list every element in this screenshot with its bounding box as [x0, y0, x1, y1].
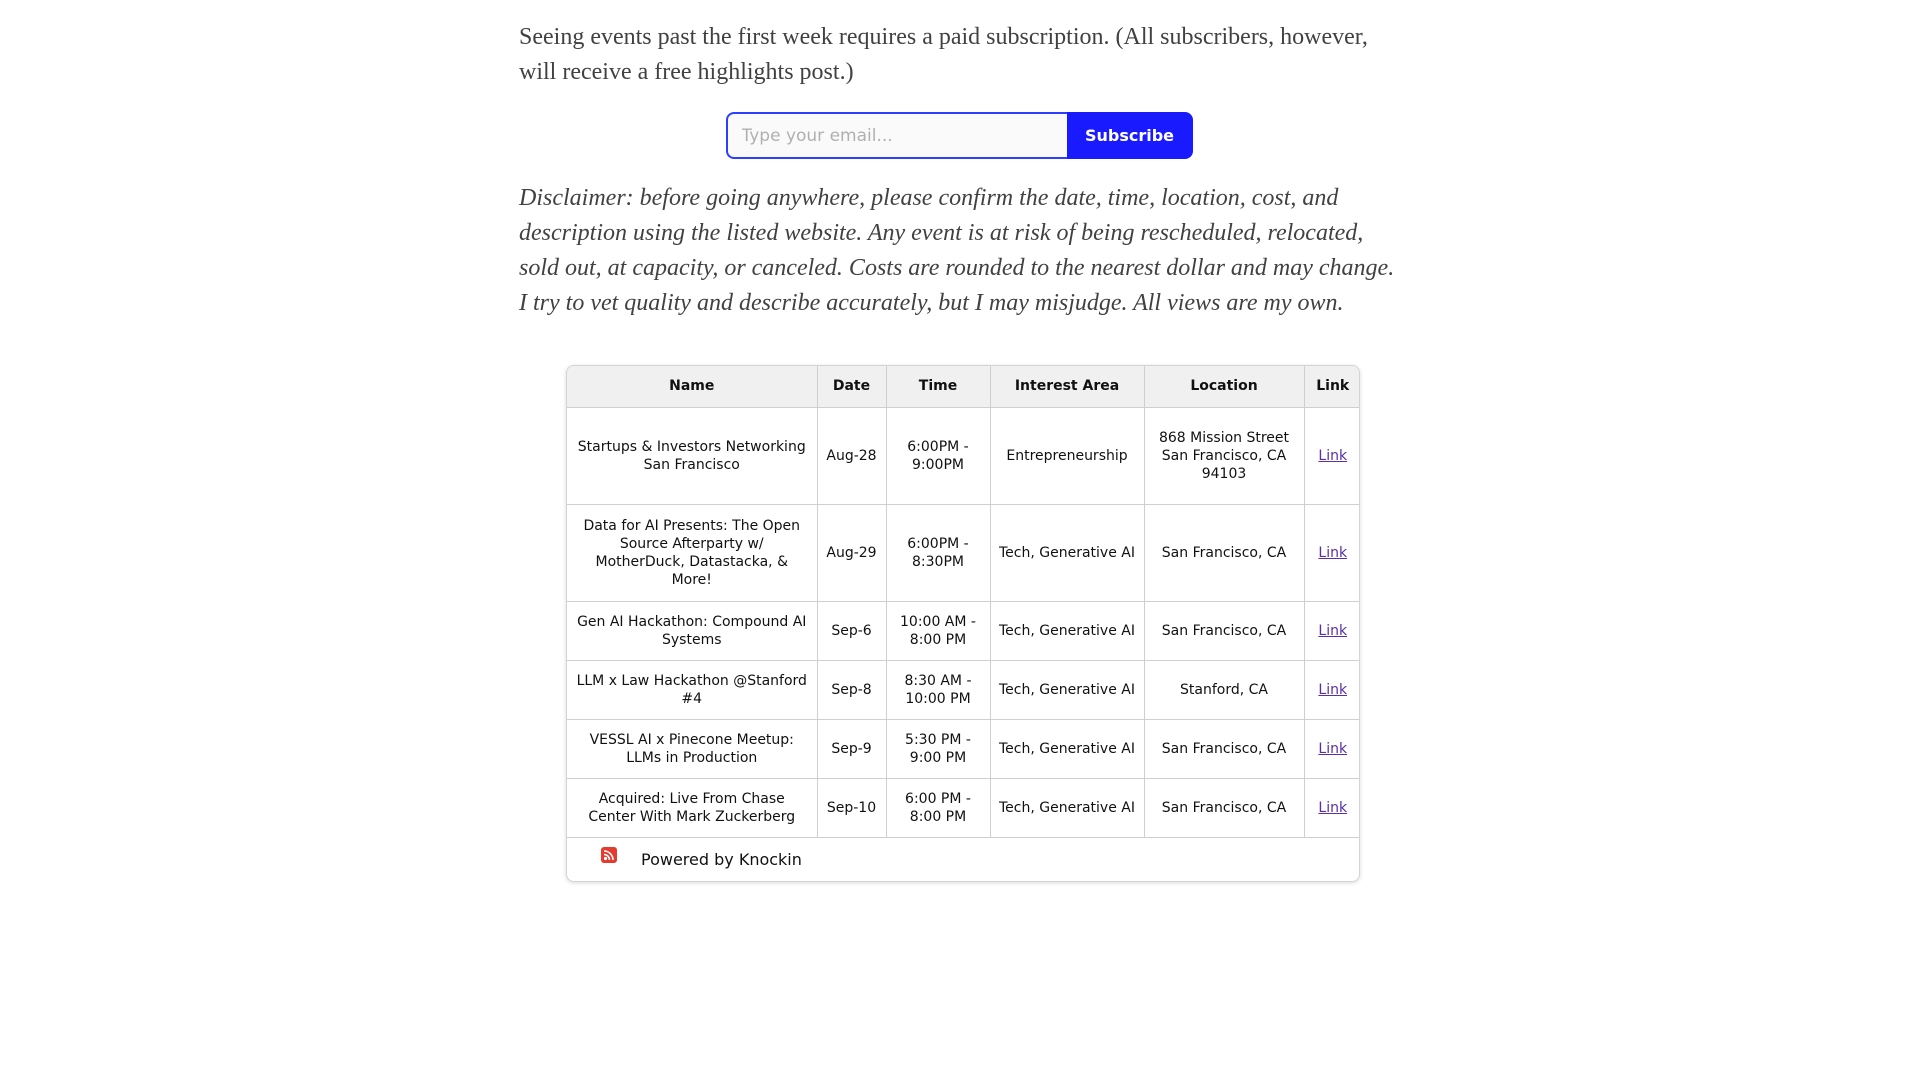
events-table: Name Date Time Interest Area Location Li… — [567, 366, 1359, 838]
event-time: 10:00 AM - 8:00 PM — [885, 600, 991, 661]
event-location: San Francisco, CA — [1143, 503, 1305, 602]
event-link[interactable]: Link — [1318, 448, 1347, 464]
event-link-cell: Link — [1303, 718, 1359, 779]
subscription-notice: Seeing events past the first week requir… — [519, 24, 1368, 85]
event-location: San Francisco, CA — [1143, 600, 1305, 661]
event-name: Acquired: Live From Chase Center With Ma… — [567, 777, 818, 838]
event-link[interactable]: Link — [1318, 623, 1347, 639]
powered-by-footer[interactable]: Powered by Knockin — [567, 838, 1359, 881]
event-name: Data for AI Presents: The Open Source Af… — [567, 503, 818, 602]
event-time: 6:00 PM - 8:00 PM — [885, 777, 991, 838]
event-date: Sep-9 — [816, 718, 887, 779]
event-interest-area: Tech, Generative AI — [989, 600, 1145, 661]
event-time: 6:00PM - 8:30PM — [885, 503, 991, 602]
event-location: San Francisco, CA — [1143, 777, 1305, 838]
article-body: Seeing events past the first week requir… — [519, 20, 1399, 321]
event-link[interactable]: Link — [1318, 741, 1347, 757]
event-name: Startups & Investors Networking San Fran… — [567, 406, 818, 505]
event-name: VESSL AI x Pinecone Meetup: LLMs in Prod… — [567, 718, 818, 779]
event-location: Stanford, CA — [1143, 659, 1305, 720]
table-row: VESSL AI x Pinecone Meetup: LLMs in Prod… — [567, 718, 1359, 779]
event-location: 868 Mission Street San Francisco, CA 941… — [1143, 406, 1305, 505]
table-row: Acquired: Live From Chase Center With Ma… — [567, 777, 1359, 838]
header-date: Date — [816, 366, 887, 408]
email-input[interactable] — [725, 112, 1067, 159]
event-link-cell: Link — [1303, 600, 1359, 661]
event-link[interactable]: Link — [1318, 545, 1347, 561]
header-interest-area: Interest Area — [989, 366, 1145, 408]
subscribe-form: Subscribe — [519, 112, 1399, 159]
event-interest-area: Tech, Generative AI — [989, 777, 1145, 838]
event-date: Aug-29 — [816, 503, 887, 602]
table-header-row: Name Date Time Interest Area Location Li… — [567, 366, 1359, 408]
events-table-card: Name Date Time Interest Area Location Li… — [566, 365, 1360, 882]
event-link-cell: Link — [1303, 777, 1359, 838]
event-link-cell: Link — [1303, 406, 1359, 505]
event-date: Sep-6 — [816, 600, 887, 661]
header-location: Location — [1143, 366, 1305, 408]
event-link[interactable]: Link — [1318, 800, 1347, 816]
table-row: Data for AI Presents: The Open Source Af… — [567, 503, 1359, 602]
event-time: 6:00PM - 9:00PM — [885, 406, 991, 505]
event-location: San Francisco, CA — [1143, 718, 1305, 779]
event-time: 5:30 PM - 9:00 PM — [885, 718, 991, 779]
event-link[interactable]: Link — [1318, 682, 1347, 698]
event-interest-area: Tech, Generative AI — [989, 718, 1145, 779]
table-row: Gen AI Hackathon: Compound AI Systems Se… — [567, 600, 1359, 661]
subscribe-button[interactable]: Subscribe — [1066, 112, 1193, 159]
event-date: Sep-10 — [816, 777, 887, 838]
event-name: Gen AI Hackathon: Compound AI Systems — [567, 600, 818, 661]
table-row: Startups & Investors Networking San Fran… — [567, 406, 1359, 505]
powered-by-text: Powered by Knockin — [641, 849, 802, 869]
event-interest-area: Entrepreneurship — [989, 406, 1145, 505]
event-date: Aug-28 — [816, 406, 887, 505]
rss-icon — [601, 847, 617, 863]
disclaimer-text: Disclaimer: before going anywhere, pleas… — [519, 185, 1395, 316]
event-interest-area: Tech, Generative AI — [989, 659, 1145, 720]
event-date: Sep-8 — [816, 659, 887, 720]
header-time: Time — [885, 366, 991, 408]
event-interest-area: Tech, Generative AI — [989, 503, 1145, 602]
event-link-cell: Link — [1303, 659, 1359, 720]
event-link-cell: Link — [1303, 503, 1359, 602]
table-row: LLM x Law Hackathon @Stanford #4 Sep-8 8… — [567, 659, 1359, 720]
header-link: Link — [1303, 366, 1359, 408]
header-name: Name — [567, 366, 818, 408]
event-time: 8:30 AM - 10:00 PM — [885, 659, 991, 720]
event-name: LLM x Law Hackathon @Stanford #4 — [567, 659, 818, 720]
